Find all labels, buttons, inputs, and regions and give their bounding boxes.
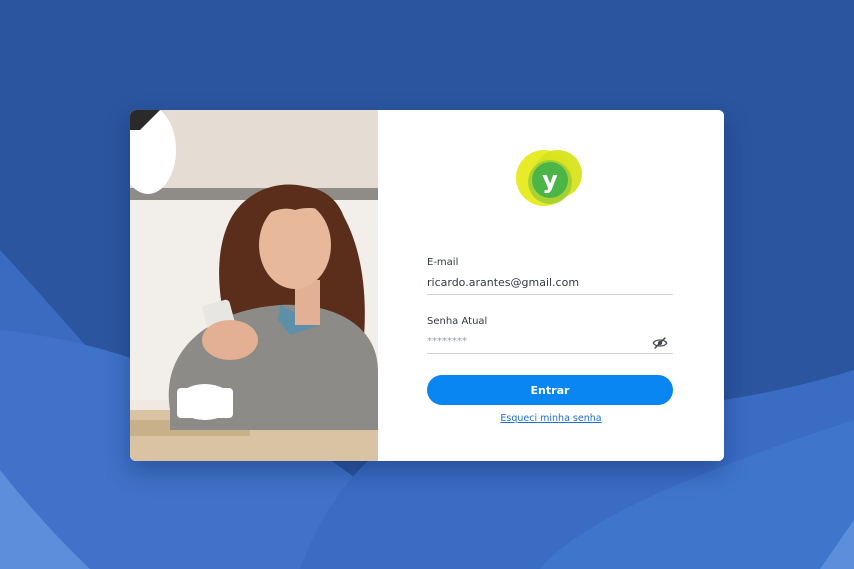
password-input[interactable] xyxy=(427,336,647,347)
forgot-password-link[interactable]: Esqueci minha senha xyxy=(378,413,724,424)
email-underline xyxy=(427,294,673,295)
login-button[interactable]: Entrar xyxy=(427,375,673,405)
email-label: E-mail xyxy=(427,257,459,268)
logo-letter: y xyxy=(542,166,558,194)
password-underline xyxy=(427,353,673,354)
login-form: y E-mail Senha Atual Entrar Esqueci minh… xyxy=(378,110,724,461)
brand-logo: y xyxy=(516,150,582,206)
login-card: y E-mail Senha Atual Entrar Esqueci minh… xyxy=(130,110,724,461)
email-input[interactable] xyxy=(427,276,672,289)
hero-photo xyxy=(130,110,378,461)
password-label: Senha Atual xyxy=(427,316,488,327)
eye-off-icon[interactable] xyxy=(652,335,668,351)
